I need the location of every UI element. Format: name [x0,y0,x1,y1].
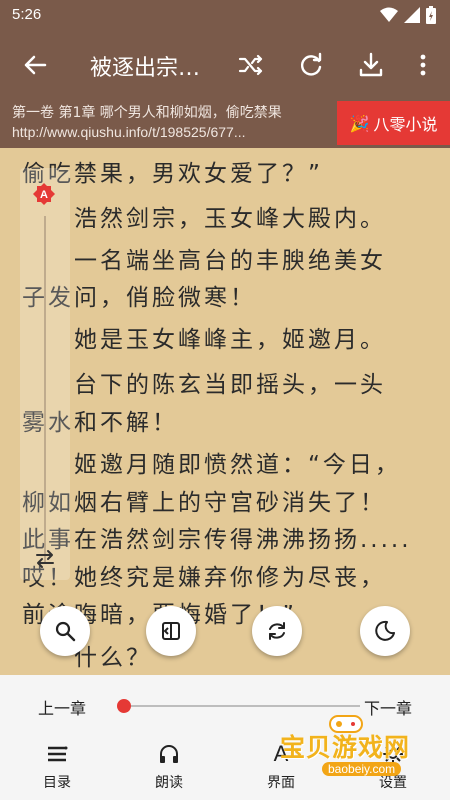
chapter-progress-slider[interactable] [117,699,360,713]
prev-chapter-button[interactable]: 上一章 [38,695,86,719]
refresh-icon[interactable] [296,50,326,80]
status-time: 5:26 [12,6,42,23]
search-button[interactable] [40,606,90,656]
replace-button[interactable] [252,606,302,656]
quick-scroll-bar[interactable]: A [20,168,70,580]
search-icon [55,621,76,642]
sync-icon [269,622,285,640]
svg-text:A: A [40,189,48,201]
watermark-text: 宝贝游戏网 [280,733,411,762]
scroll-track[interactable] [44,216,46,564]
party-icon: 🎉 [349,113,370,133]
back-icon[interactable] [20,50,50,80]
text-line: 此事在浩然剑宗传得沸沸扬扬..... [22,527,412,553]
auto-scroll-button[interactable] [146,606,196,656]
watermark-url: baobeiy.com [322,762,402,776]
progress-knob[interactable] [117,699,131,713]
battery-icon [426,6,436,24]
text-line: 浩然剑宗，玉女峰大殿内。 [22,206,386,232]
page-flip-icon [162,622,180,640]
headphones-icon [160,745,178,763]
night-mode-button[interactable] [360,606,410,656]
top-toolbar: 被逐出宗门后... [0,32,450,98]
text-line: 什么？ [22,645,152,671]
status-icons [380,6,436,24]
source-url[interactable]: http://www.qiushu.info/t/198525/677... [12,124,322,140]
text-line: 哎！她终究是嫌弃你修为尽丧， [22,565,386,591]
auto-page-icon[interactable]: A [32,182,56,206]
nav-catalog[interactable]: 目录 [22,740,92,792]
menu-list-icon [48,746,68,762]
text-line: 她是玉女峰峰主，姬邀月。 [22,327,386,353]
nav-read-aloud[interactable]: 朗读 [134,740,204,792]
text-line: 台下的陈玄当即摇头，一头 [22,372,386,398]
text-line: 一名端坐高台的丰腴绝美女 [22,248,386,274]
moon-icon [375,620,395,641]
text-line: 姬邀月随即愤然道：“今日， [22,452,401,478]
signal-icon [404,7,420,23]
nav-catalog-label: 目录 [43,775,71,791]
source-label: 八零小说 [373,115,438,134]
more-icon[interactable] [408,50,438,80]
source-button[interactable]: 🎉 八零小说 [337,101,450,145]
swap-arrows-icon[interactable] [32,546,58,572]
chapter-title: 第一卷 第1章 哪个男人和柳如烟，偷吃禁果 [12,105,282,121]
text-line: 柳如烟右臂上的守宫砂消失了！ [22,490,386,516]
download-icon[interactable] [356,50,386,80]
book-title: 被逐出宗门后... [90,56,220,81]
shuffle-icon[interactable] [236,50,266,80]
chapter-info-bar: 第一卷 第1章 哪个男人和柳如烟，偷吃禁果 http://www.qiushu.… [0,98,450,148]
wifi-icon [380,7,398,22]
nav-read-aloud-label: 朗读 [155,775,183,791]
status-bar: 5:26 [0,0,450,32]
site-watermark: 宝贝游戏网 baobeiy.com [260,712,420,782]
